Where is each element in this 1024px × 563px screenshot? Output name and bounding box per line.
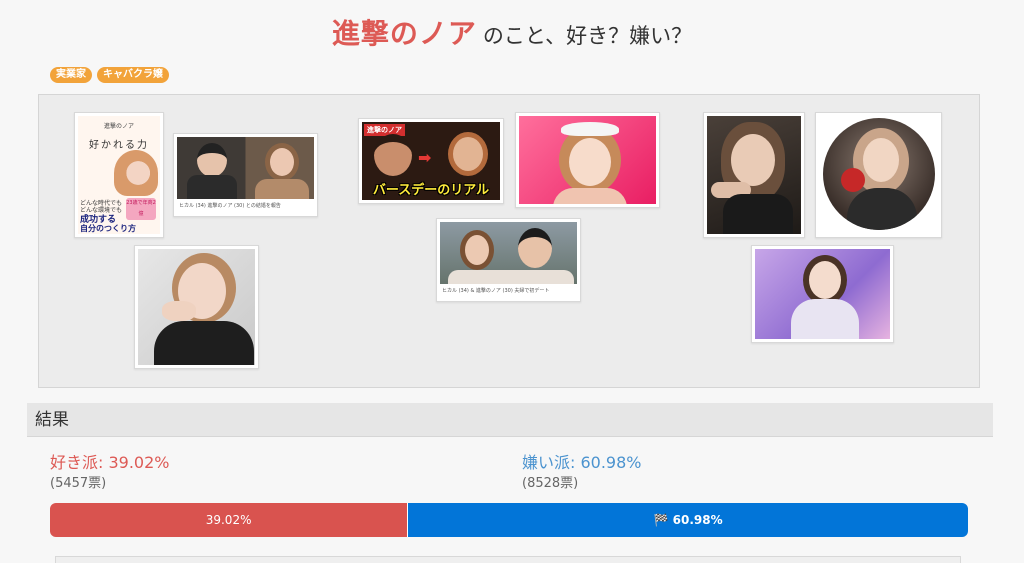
image-gallery: 進撃のノア 好かれる力 23歳で年商2億 どんな時代でも どんな環境でも 成功す… [38,94,980,388]
dislike-percentage-label: 嫌い派: 60.98% [522,453,642,472]
tag-hostess[interactable]: キャバクラ嬢 [97,67,169,83]
comments-panel [55,556,961,563]
tag-list: 実業家 キャバクラ嬢 [50,67,169,83]
woman-figure [265,143,299,181]
date-caption: ヒカル (34) & 進撃のノア (30) 夫婦で初デート [440,284,577,298]
gallery-image-book-cover[interactable]: 進撃のノア 好かれる力 23歳で年商2億 どんな時代でも どんな環境でも 成功す… [74,112,164,238]
date-man-face [518,228,552,268]
couple-caption: ヒカル (34) 進撃のノア (30) との結婚を報告 [177,199,314,213]
man-suit [187,175,237,199]
gallery-image-couple-announcement[interactable]: ヒカル (34) 進撃のノア (30) との結婚を報告 [173,133,318,217]
gallery-image-couple-date[interactable]: ヒカル (34) & 進撃のノア (30) 夫婦で初デート [436,218,581,302]
dark-face [731,134,775,186]
like-vote-count: (5457票) [50,476,107,491]
gallery-image-pink-portrait[interactable] [515,112,660,208]
book-line-4: 自分のつくり方 [80,224,136,233]
gallery-image-runway[interactable] [751,245,894,343]
pink-shoulders [553,188,627,204]
video-title: バースデーのリアル [372,183,490,198]
rose-body [847,188,917,230]
gallery-image-birthday-video[interactable]: 進撃のノア ➡ バースデーのリアル [358,118,504,204]
results-heading: 結果 [27,403,993,437]
portrait-jacket [154,321,254,365]
subject-name: 進撃のノア [331,17,477,50]
dislike-bar-segment: 🏁 60.98% [408,503,968,537]
pink-face [569,138,611,186]
video-face-right [448,132,488,176]
pink-headband [561,122,619,136]
book-cover-portrait [114,150,158,196]
gallery-image-rose-portrait[interactable] [815,112,942,238]
like-percentage-label: 好き派: 39.02% [50,453,170,472]
book-badge: 23歳で年商2億 [126,198,156,220]
tag-businessperson[interactable]: 実業家 [50,67,92,83]
gallery-image-portrait-hand[interactable] [134,245,259,369]
rose-face [863,138,899,182]
runway-face [809,261,841,299]
question-text: のこと、好き？嫌い？ [482,24,693,48]
man-figure [197,143,227,177]
runway-dress [791,299,859,339]
book-title-small: 進撃のノア [103,123,134,130]
dark-body [723,194,793,234]
book-title-large: 好かれる力 [89,140,149,151]
video-arrow: ➡ [418,148,432,167]
page-title: 進撃のノア のこと、好き？嫌い？ [0,12,1024,52]
woman-body [255,179,309,199]
rose-flower [841,168,865,192]
video-face-left [374,134,412,176]
portrait-hand [162,301,196,321]
result-progress-bar: 39.02% 🏁 60.98% [50,503,968,537]
like-bar-segment: 39.02% [50,503,409,537]
rose-circle [823,118,935,230]
date-woman-face [460,230,494,270]
dislike-vote-count: (8528票) [522,476,579,491]
gallery-image-dark-portrait[interactable] [703,112,805,238]
